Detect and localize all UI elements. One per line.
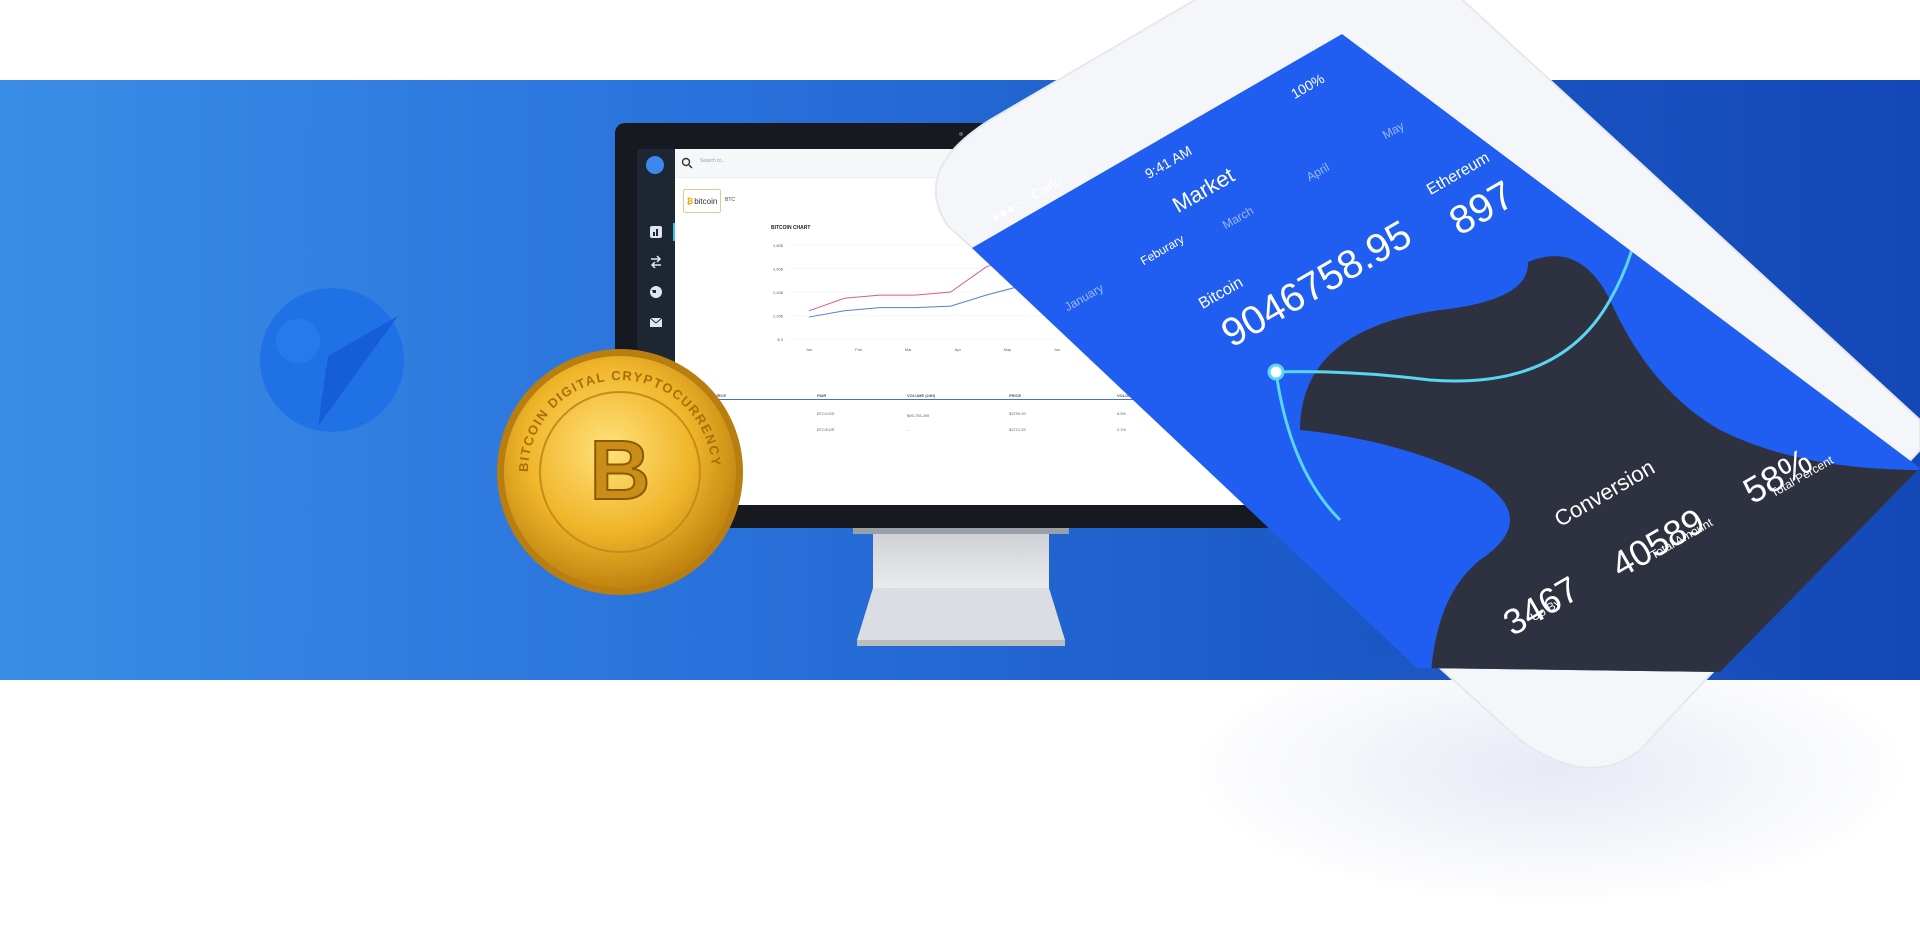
x-tick-label: Jan — [806, 347, 812, 352]
coin-logo-text: bitcoin — [694, 196, 718, 206]
brand-logo-icon — [260, 288, 404, 432]
y-tick-label: 2,00$ — [773, 314, 784, 319]
y-tick-label: 2,60$ — [773, 267, 784, 272]
bitcoin-chart: 2,80$ 2,60$ 2,40$ 2,00$ $ 0 Jan Feb Mar Apr May Ju… — [773, 243, 1060, 352]
coin-symbol: B — [590, 423, 651, 517]
table-cell: 2.1% — [1117, 427, 1127, 432]
x-tick-label: May — [1004, 347, 1012, 352]
coin-logo-badge[interactable]: ₿ bitcoin — [683, 189, 721, 213]
app-logo-icon[interactable] — [646, 156, 664, 174]
table-cell: $3750.00 — [1009, 411, 1026, 416]
table-cell: ... — [907, 427, 911, 432]
x-tick-label: Jun — [1054, 347, 1060, 352]
globe-icon[interactable] — [649, 285, 663, 299]
bitcoin-coin-icon: BITCOIN DIGITAL CRYPTOCURRENCY B — [497, 349, 743, 595]
table-cell: $95,755,269 — [907, 413, 930, 418]
monitor-stand — [853, 528, 1069, 646]
phone-shadow — [1200, 640, 1900, 900]
table-cell: $3721.59 — [1009, 427, 1026, 432]
table-cell: BTC/USD — [817, 411, 835, 416]
series-line — [808, 253, 1058, 312]
table-header-pair: PAIR — [817, 393, 827, 398]
transfer-icon[interactable] — [649, 255, 663, 269]
camera-dot — [959, 132, 963, 136]
x-tick-label: Feb — [855, 347, 863, 352]
coin-ticker: BTC — [725, 197, 735, 203]
x-tick-label: Mar — [905, 347, 913, 352]
x-tick-label: Apr — [955, 347, 962, 352]
y-tick-label: 2,80$ — [773, 243, 784, 248]
table-header-price: PRICE — [1009, 393, 1022, 398]
table-header-rule — [677, 399, 1247, 400]
chart-title: BITCOIN CHART — [771, 225, 811, 231]
y-tick-label: 2,40$ — [773, 290, 784, 295]
search-icon[interactable] — [681, 157, 693, 169]
table-cell: 6.5% — [1117, 411, 1127, 416]
search-input[interactable]: Search to... — [700, 158, 726, 164]
series-line — [808, 285, 1058, 318]
table-header-volume: VOLUME — [1117, 393, 1135, 398]
top-bar: Search to... — [675, 149, 1297, 178]
table-cell: BTC/EUR — [817, 427, 835, 432]
mail-icon[interactable] — [649, 315, 663, 329]
chart-icon[interactable] — [649, 225, 663, 239]
table-header-volume24: VOLUME (24H) — [907, 393, 936, 398]
y-tick-label: $ 0 — [777, 337, 783, 342]
sidebar-active-indicator — [673, 223, 675, 241]
